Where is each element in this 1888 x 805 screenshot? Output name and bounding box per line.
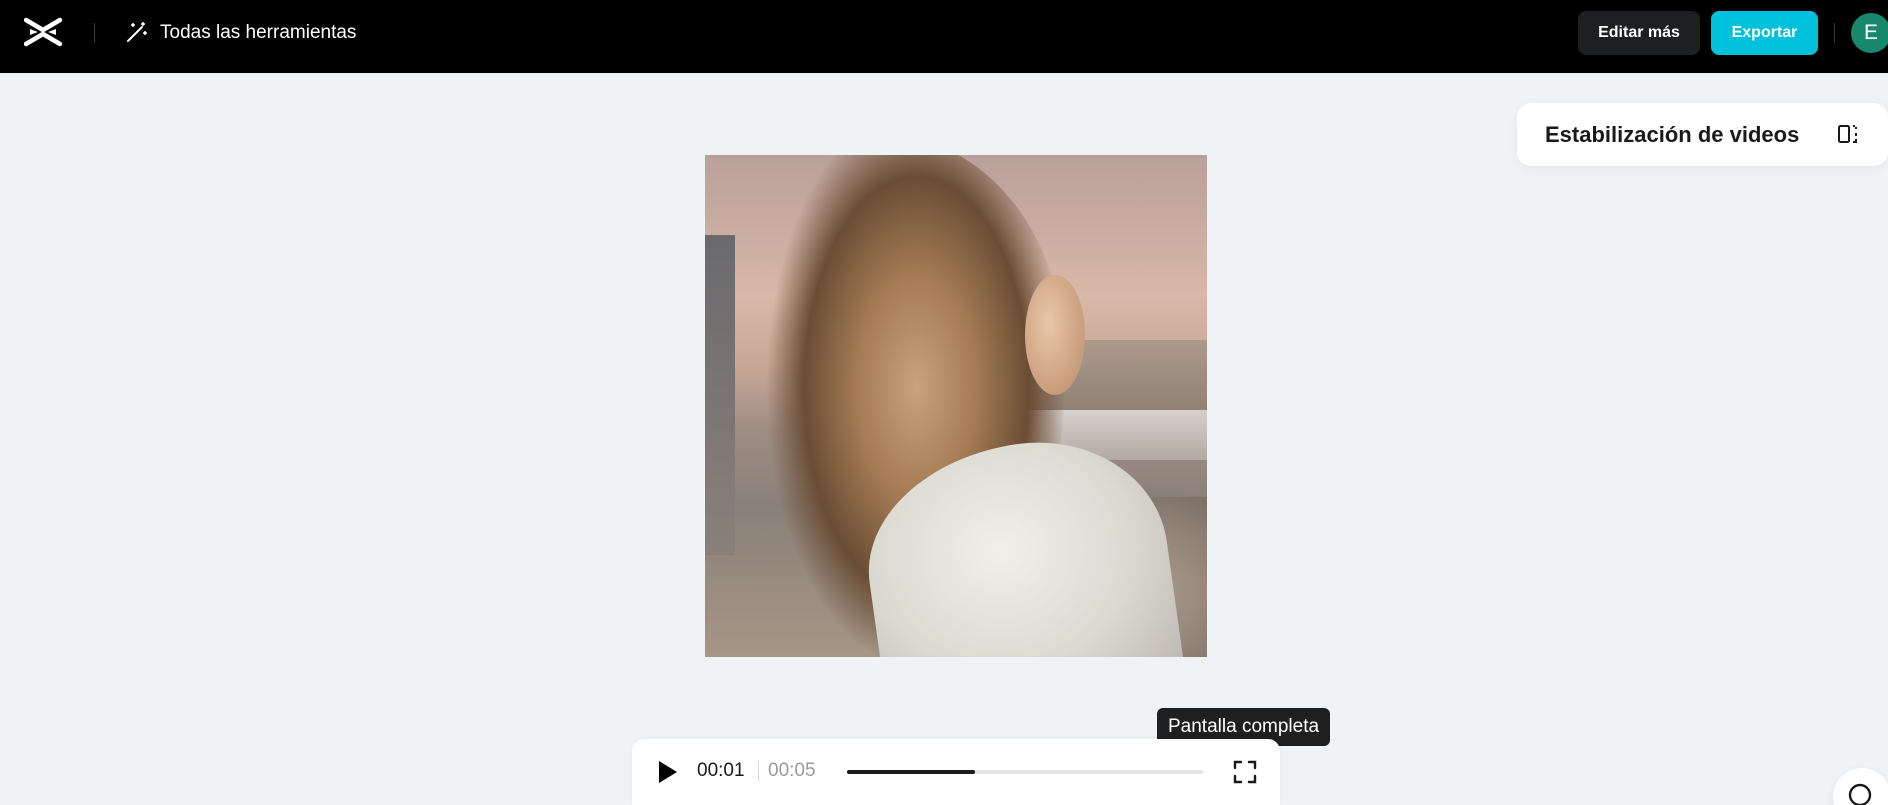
play-icon[interactable] xyxy=(655,759,679,785)
total-time: 00:05 xyxy=(768,760,816,781)
progress-slider[interactable] xyxy=(847,770,1203,774)
all-tools-link[interactable]: Todas las herramientas xyxy=(124,20,356,46)
header-divider xyxy=(94,23,95,43)
header-divider-right xyxy=(1834,23,1835,43)
capcut-logo-icon[interactable] xyxy=(24,17,62,47)
avatar-initial: E xyxy=(1863,21,1878,44)
feature-title: Estabilización de videos xyxy=(1545,122,1800,147)
all-tools-label: Todas las herramientas xyxy=(160,22,357,43)
chat-bubble-icon xyxy=(1848,783,1872,805)
current-time: 00:01 xyxy=(697,760,745,781)
edit-more-button[interactable]: Editar más xyxy=(1578,11,1700,55)
feature-panel: Estabilización de videos xyxy=(1517,103,1888,166)
time-separator xyxy=(758,761,759,781)
user-avatar[interactable]: E xyxy=(1851,13,1888,53)
export-button[interactable]: Exportar xyxy=(1711,11,1818,55)
magic-wand-icon xyxy=(127,22,147,42)
panel-toggle-icon[interactable] xyxy=(1835,121,1861,147)
fullscreen-icon[interactable] xyxy=(1232,759,1258,785)
video-preview[interactable] xyxy=(705,155,1207,657)
progress-fill xyxy=(847,770,976,774)
help-chat-button[interactable] xyxy=(1833,768,1888,805)
top-bar: Todas las herramientas Editar más Export… xyxy=(0,0,1888,73)
player-controls: 00:01 00:05 xyxy=(632,739,1280,805)
